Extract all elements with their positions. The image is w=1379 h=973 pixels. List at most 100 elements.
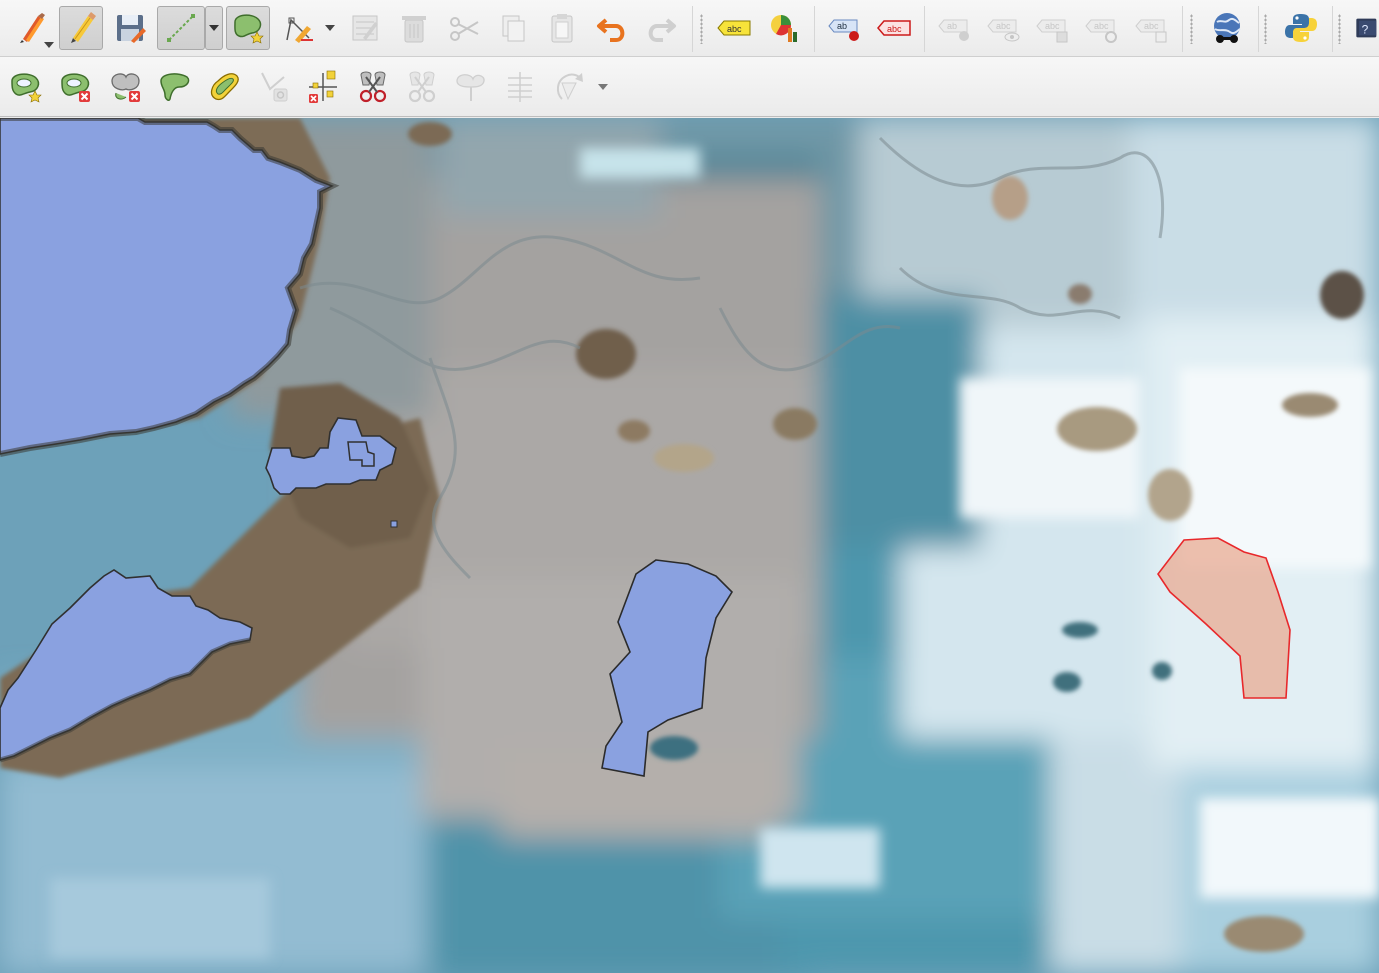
map-canvas[interactable] (0, 118, 1379, 973)
delete-part-button[interactable] (104, 65, 148, 109)
merge-selected-features-button[interactable] (400, 65, 444, 109)
layer-diagram-options-button[interactable] (762, 6, 806, 50)
svg-text:abc: abc (887, 24, 902, 34)
rotate-feature-icon (556, 73, 583, 101)
merge-attributes-icon (456, 74, 485, 101)
digitize-with-segment-icon (167, 14, 195, 42)
advanced-digitizing-toolbar (0, 57, 1379, 117)
split-parts-icon (309, 70, 337, 103)
modify-attributes-button[interactable] (343, 6, 387, 50)
show-hide-labels-icon: abc (987, 19, 1020, 42)
merge-selected-features-icon (408, 71, 436, 103)
toolbar-grip (1338, 14, 1341, 44)
pin-unpin-labels-icon: ab (938, 19, 969, 41)
show-hide-labels-button[interactable]: abc (982, 6, 1026, 50)
delete-selected-button[interactable] (392, 6, 436, 50)
reshape-features-button[interactable] (153, 65, 197, 109)
paste-features-button[interactable] (540, 6, 584, 50)
modify-attributes-icon (352, 15, 378, 41)
add-ring-button[interactable] (4, 65, 48, 109)
simplify-feature-icon (261, 72, 288, 102)
add-polygon-feature-icon (234, 14, 264, 44)
water-polygon-speck[interactable] (390, 520, 398, 528)
help-icon: ? (1356, 18, 1377, 38)
rotate-point-symbols-button[interactable] (498, 65, 542, 109)
svg-text:ab: ab (837, 21, 847, 31)
change-label-properties-button[interactable]: abc (1130, 6, 1174, 50)
toolbar-divider (1182, 6, 1183, 52)
metasearch-button[interactable] (1205, 6, 1249, 50)
digitize-with-segment-button[interactable] (157, 6, 205, 50)
python-console-button[interactable] (1279, 6, 1323, 50)
python-console-icon (1285, 14, 1317, 42)
toolbar-divider (1258, 6, 1259, 52)
toolbar-divider (814, 6, 815, 52)
toggle-display-unplaced-labels-button[interactable]: abc (872, 6, 916, 50)
copy-features-icon (502, 15, 525, 42)
add-polygon-feature-button[interactable] (226, 6, 270, 50)
move-label-icon: abc (1036, 19, 1068, 43)
digitizing-toolbar: abc ab abc ab abc abc abc abc ? (0, 0, 1379, 57)
toggle-editing-button[interactable] (59, 6, 103, 50)
chevron-down-icon (209, 25, 219, 31)
save-layer-edits-icon (117, 15, 146, 43)
rotate-feature-dropdown[interactable] (596, 80, 610, 94)
toolbar-grip (1190, 14, 1193, 44)
delete-part-icon (111, 73, 140, 102)
reshape-features-icon (160, 73, 190, 101)
split-features-button[interactable] (351, 65, 395, 109)
map-canvas-svg[interactable] (0, 118, 1379, 973)
save-layer-edits-button[interactable] (109, 6, 153, 50)
vertex-tool-icon (286, 17, 313, 43)
toolbar-divider (924, 6, 925, 52)
highlight-pinned-labels-button[interactable]: ab (823, 6, 867, 50)
svg-text:abc: abc (1094, 21, 1109, 31)
toolbar-divider (1332, 6, 1333, 52)
toggle-editing-icon (71, 12, 96, 43)
rotate-point-symbols-icon (508, 72, 532, 102)
redo-button[interactable] (639, 6, 683, 50)
toolbar-divider (692, 6, 693, 52)
svg-text:abc: abc (1144, 21, 1159, 31)
add-ring-icon (11, 73, 42, 103)
rotate-feature-button[interactable] (548, 65, 592, 109)
toolbar-grip (700, 14, 703, 44)
split-parts-button[interactable] (301, 65, 345, 109)
svg-text:?: ? (1362, 22, 1369, 36)
change-label-properties-icon: abc (1135, 19, 1167, 43)
merge-attributes-button[interactable] (449, 65, 493, 109)
chevron-down-icon (598, 84, 608, 90)
toggle-display-unplaced-labels-icon: abc (877, 20, 911, 36)
highlight-pinned-labels-icon: ab (828, 19, 859, 41)
svg-text:abc: abc (1045, 21, 1060, 31)
cut-features-button[interactable] (442, 6, 486, 50)
layer-labeling-options-button[interactable]: abc (712, 6, 756, 50)
vertex-tool-dropdown[interactable] (323, 21, 337, 35)
offset-curve-icon (210, 73, 239, 101)
svg-text:abc: abc (996, 21, 1011, 31)
delete-selected-icon (402, 16, 426, 43)
vertex-tool-button[interactable] (277, 6, 321, 50)
current-edits-dropdown[interactable] (42, 38, 56, 52)
chevron-down-icon (325, 25, 335, 31)
svg-text:abc: abc (727, 24, 742, 34)
delete-ring-icon (61, 73, 90, 102)
undo-icon (597, 18, 625, 42)
split-features-icon (359, 71, 387, 103)
redo-icon (648, 18, 676, 42)
move-label-button[interactable]: abc (1031, 6, 1075, 50)
copy-features-button[interactable] (491, 6, 535, 50)
help-button[interactable]: ? (1353, 6, 1379, 50)
digitize-mode-dropdown[interactable] (205, 6, 223, 50)
simplify-feature-button[interactable] (252, 65, 296, 109)
paste-features-icon (551, 14, 573, 43)
delete-ring-button[interactable] (54, 65, 98, 109)
pin-unpin-labels-button[interactable]: ab (933, 6, 977, 50)
rotate-label-icon: abc (1085, 19, 1117, 43)
chevron-down-icon (44, 42, 54, 48)
offset-curve-button[interactable] (202, 65, 246, 109)
undo-button[interactable] (590, 6, 634, 50)
layer-labeling-options-icon: abc (717, 20, 751, 36)
layer-diagram-options-icon (771, 15, 797, 42)
rotate-label-button[interactable]: abc (1080, 6, 1124, 50)
